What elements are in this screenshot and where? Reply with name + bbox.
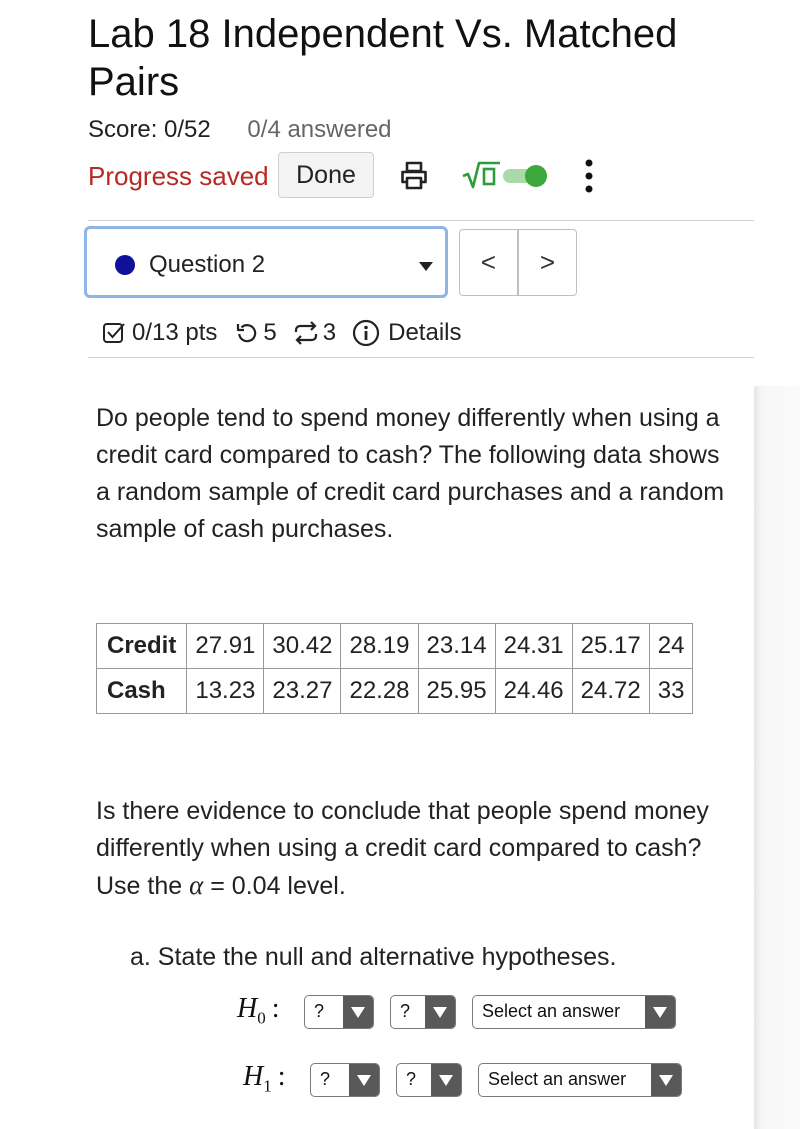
answered-count: 0/4 answered [247,116,392,143]
points-text: 0/13 pts [132,319,218,346]
dropdown-arrow-icon [343,996,373,1028]
tries-count: 3 [322,319,337,346]
table-cell: 23.14 [417,623,496,669]
h0-value-select[interactable]: Select an answer [472,995,676,1029]
table-row: Credit 27.91 30.42 28.19 23.14 24.31 25.… [95,623,694,669]
details-link[interactable]: Details [388,319,461,347]
dropdown-arrow-icon [651,1064,681,1096]
table-cell: 33 [648,668,694,714]
table-cell: 24.46 [494,668,573,714]
dropdown-arrow-icon [349,1064,379,1096]
math-toggle-switch[interactable] [502,164,550,188]
done-button[interactable]: Done [278,152,374,198]
question-intro: Do people tend to spend money differentl… [96,404,725,543]
h1-parameter-select[interactable]: ? [310,1063,380,1097]
score-text: Score: 0/52 [88,116,211,143]
data-table: Credit 27.91 30.42 28.19 23.14 24.31 25.… [95,623,694,714]
question-prompt-text: Is there evidence to conclude that peopl… [96,797,709,900]
score-row: Score: 0/52 0/4 answered [88,116,392,144]
h1-operator-select[interactable]: ? [396,1063,462,1097]
table-cell: 23.27 [263,668,342,714]
h0-parameter-select[interactable]: ? [304,995,374,1029]
alpha-symbol: α [189,870,204,900]
divider [88,357,754,358]
part-a-prompt: a. State the null and alternative hypoth… [130,943,617,971]
dropdown-arrow-icon [425,996,455,1028]
progress-status: Progress saved [88,161,269,191]
dropdown-caret-icon [419,262,433,271]
table-cell: 28.19 [340,623,419,669]
math-entry-icon[interactable] [462,160,502,195]
table-cell: 13.23 [186,668,265,714]
table-cell: 24.31 [494,623,573,669]
question-prompt: Is there evidence to conclude that peopl… [96,793,752,905]
checkbox-icon [102,321,126,345]
scrollbar[interactable] [754,386,800,1129]
table-cell: 25.17 [571,623,650,669]
page-title: Lab 18 Independent Vs. Matched Pairs [88,12,678,104]
table-cell: 27.91 [186,623,265,669]
print-icon[interactable] [398,160,430,197]
alternative-hypothesis-label: H1: [243,1061,286,1096]
h0-operator-select[interactable]: ? [390,995,456,1029]
next-question-button[interactable]: > [517,230,576,295]
info-icon[interactable] [352,319,380,347]
table-cell: 22.28 [340,668,419,714]
row-header: Credit [95,623,188,669]
table-cell: 30.42 [263,623,342,669]
row-header: Cash [95,668,188,714]
table-cell: 25.95 [417,668,496,714]
retry-icon [235,321,259,345]
divider [88,220,754,221]
question-nav: < > [459,229,577,296]
table-row: Cash 13.23 23.27 22.28 25.95 24.46 24.72… [95,668,694,714]
table-cell: 24.72 [571,668,650,714]
previous-question-button[interactable]: < [460,230,517,295]
question-meta: 0/13 pts 5 3 Details [102,316,461,350]
h1-value-select[interactable]: Select an answer [478,1063,682,1097]
tries-icon [293,321,319,345]
main-content: Lab 18 Independent Vs. Matched Pairs Sco… [0,0,754,1129]
table-cell: 24 [648,623,694,669]
question-selector-label: Question 2 [149,251,266,278]
dropdown-arrow-icon [431,1064,461,1096]
question-selector[interactable]: Question 2 [84,226,448,298]
alpha-level: = 0.04 level. [210,872,346,900]
dropdown-arrow-icon [645,996,675,1028]
null-hypothesis-label: H0: [237,993,280,1028]
status-dot-icon [115,255,135,275]
attempts-count: 5 [263,319,277,346]
more-options-icon[interactable] [580,158,598,199]
